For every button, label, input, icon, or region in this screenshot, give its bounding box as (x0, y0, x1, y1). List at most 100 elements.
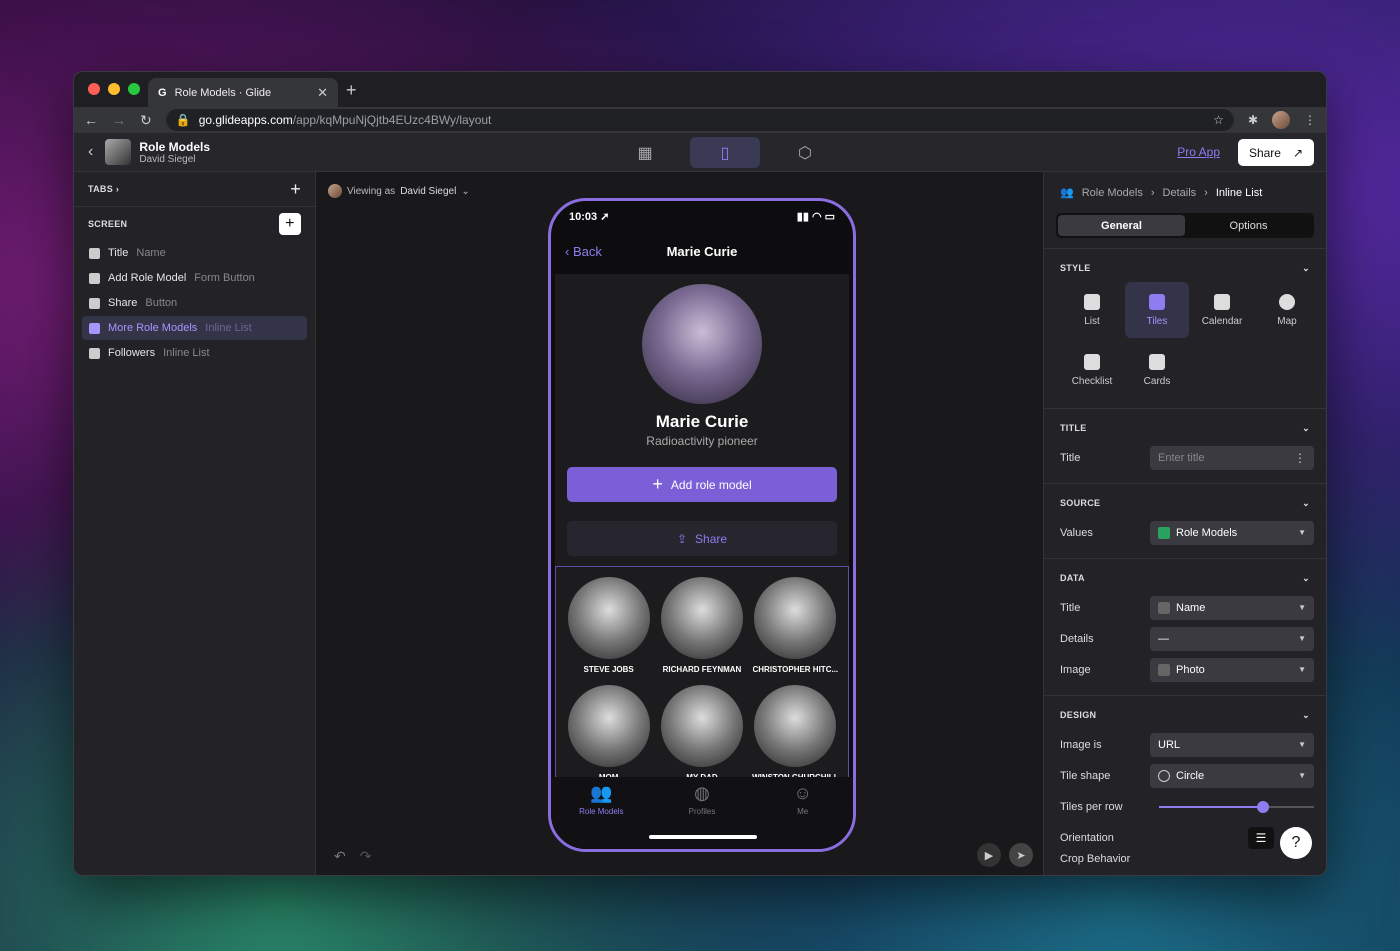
settings-mode-button[interactable]: ⬡ (770, 137, 840, 168)
phone-share-button[interactable]: ⇪ Share (567, 521, 837, 556)
people-icon: 👥 (590, 783, 613, 803)
phone-tab-role-models[interactable]: 👥 Role Models (561, 783, 641, 849)
phone-preview: 10:03 ➚ ▮▮ ◠ ▭ ‹ Back Marie Curie Marie … (548, 198, 856, 852)
image-select[interactable]: Photo ▼ (1150, 657, 1314, 682)
data-editor-mode-button[interactable]: ▦ (610, 137, 680, 168)
help-button[interactable]: ? (1280, 827, 1312, 859)
tile-item[interactable]: MY DAD (655, 685, 748, 785)
app-owner: David Siegel (139, 153, 196, 165)
role-models-icon: 👥 (1060, 187, 1074, 199)
more-kebab-icon[interactable]: ⋮ (1294, 451, 1306, 465)
menu-kebab-icon[interactable]: ⋮ (1304, 113, 1316, 127)
tile-label: RICHARD FEYNMAN (662, 665, 742, 674)
data-title-value: Name (1176, 601, 1206, 614)
undo-icon[interactable]: ↶ (334, 848, 346, 865)
component-list: Title Name Add Role Model Form Button Shar… (74, 241, 315, 365)
screen-label: SCREEN (88, 218, 128, 229)
browser-tab[interactable]: G Role Models · Glide ✕ (148, 78, 338, 107)
pro-app-link[interactable]: Pro App (1177, 145, 1220, 159)
title-field-row: Title Enter title ⋮ (1044, 442, 1326, 473)
title-input[interactable]: Enter title ⋮ (1150, 445, 1314, 470)
style-map[interactable]: Map (1255, 282, 1319, 338)
viewing-as-selector[interactable]: Viewing as David Siegel ⌄ (328, 184, 470, 198)
tile-item[interactable]: WINSTON CHURCHILL (749, 685, 842, 785)
address-bar[interactable]: 🔒 go.glideapps.com/app/kqMpuNjQjtb4EUzc4… (165, 109, 1234, 131)
play-icon[interactable]: ▶ (977, 843, 1001, 867)
caret-down-icon: ▼ (1298, 634, 1306, 643)
tile-item[interactable]: MOM (562, 685, 655, 785)
close-window-button[interactable] (88, 83, 100, 95)
minimize-window-button[interactable] (108, 83, 120, 95)
cards-icon (1149, 353, 1165, 370)
phone-tab-profiles[interactable]: ◍ Profiles (662, 783, 742, 849)
breadcrumb-item[interactable]: Details (1163, 187, 1197, 199)
image-is-value: URL (1158, 738, 1181, 751)
plus-icon: + (652, 474, 663, 494)
style-list[interactable]: List (1060, 282, 1124, 338)
redo-icon[interactable]: ↷ (360, 848, 372, 865)
title-section-header[interactable]: TITLE ⌄ (1044, 423, 1326, 434)
share-button[interactable]: Share ↗ (1238, 139, 1314, 166)
add-role-model-button[interactable]: + Add role model (567, 467, 837, 502)
app-icon (105, 139, 132, 165)
style-tiles[interactable]: Tiles (1125, 282, 1189, 338)
style-calendar[interactable]: Calendar (1190, 282, 1254, 338)
layout-mode-button[interactable]: ▯ (690, 137, 760, 168)
component-item-selected[interactable]: More Role Models Inline List (82, 316, 307, 340)
component-item[interactable]: Title Name (82, 241, 307, 265)
more-role-models-tiles: STEVE JOBS RICHARD FEYNMAN CHRISTOPHER H… (555, 566, 849, 786)
phone-tab-me[interactable]: ☺ Me (763, 783, 843, 849)
tiles-per-row-slider[interactable] (1159, 800, 1314, 813)
crop-behavior-label: Crop Behavior (1060, 853, 1131, 865)
back-arrow-icon[interactable]: ← (84, 112, 98, 128)
cursor-select-icon[interactable]: ➤ (1009, 843, 1033, 867)
tile-item[interactable]: CHRISTOPHER HITC... (749, 577, 842, 677)
component-item[interactable]: Add Role Model Form Button (82, 266, 307, 290)
design-section-title: DESIGN (1060, 710, 1097, 720)
reload-icon[interactable]: ↻ (140, 112, 152, 129)
source-section-header[interactable]: SOURCE ⌄ (1044, 498, 1326, 509)
button-component-icon (89, 272, 100, 284)
tile-photo (754, 577, 837, 659)
back-chevron-icon[interactable]: ‹ (88, 143, 93, 161)
status-bar: 10:03 ➚ ▮▮ ◠ ▭ (551, 201, 853, 231)
viewing-prefix: Viewing as (347, 185, 396, 197)
bookmark-star-icon[interactable]: ☆ (1213, 113, 1224, 127)
values-select[interactable]: Role Models ▼ (1150, 520, 1314, 545)
data-title-select[interactable]: Name ▼ (1150, 595, 1314, 620)
data-section-header[interactable]: DATA ⌄ (1044, 573, 1326, 584)
tabs-section-header[interactable]: TABS › + (74, 172, 315, 206)
title-placeholder: Enter title (1158, 451, 1205, 464)
style-checklist[interactable]: Checklist (1060, 342, 1124, 398)
breadcrumb-item[interactable]: Role Models (1082, 187, 1143, 199)
image-is-select[interactable]: URL ▼ (1150, 732, 1314, 757)
phone-back-button[interactable]: ‹ Back (565, 244, 602, 259)
component-item[interactable]: Followers Inline List (82, 341, 307, 365)
new-tab-icon[interactable]: + (346, 80, 357, 101)
image-label: Image (1060, 663, 1091, 676)
add-component-button[interactable]: + (279, 212, 301, 235)
phone-tab-label: Role Models (579, 807, 624, 816)
tile-photo (754, 685, 837, 767)
close-tab-icon[interactable]: ✕ (317, 85, 328, 101)
profile-avatar[interactable] (1272, 111, 1290, 129)
slider-knob[interactable] (1256, 800, 1269, 813)
chevron-down-icon: ⌄ (1302, 710, 1310, 720)
orientation-toggle[interactable]: ☰ (1248, 826, 1274, 849)
add-tab-icon[interactable]: + (290, 179, 301, 200)
details-select[interactable]: — ▼ (1150, 626, 1314, 651)
tab-general[interactable]: General (1058, 215, 1185, 236)
tab-title: Role Models · Glide (174, 86, 272, 99)
tab-options[interactable]: Options (1185, 215, 1312, 236)
maximize-window-button[interactable] (128, 83, 140, 95)
style-cards[interactable]: Cards (1125, 342, 1189, 398)
image-is-label: Image is (1060, 738, 1102, 751)
tile-shape-select[interactable]: Circle ▼ (1150, 763, 1314, 788)
tile-item[interactable]: STEVE JOBS (562, 577, 655, 677)
style-section-header[interactable]: STYLE ⌄ (1044, 263, 1326, 274)
forward-arrow-icon[interactable]: → (112, 112, 126, 128)
component-item[interactable]: Share Button (82, 291, 307, 315)
extensions-icon[interactable]: ✱ (1248, 113, 1258, 127)
tile-item[interactable]: RICHARD FEYNMAN (655, 577, 748, 677)
design-section-header[interactable]: DESIGN ⌄ (1044, 710, 1326, 721)
